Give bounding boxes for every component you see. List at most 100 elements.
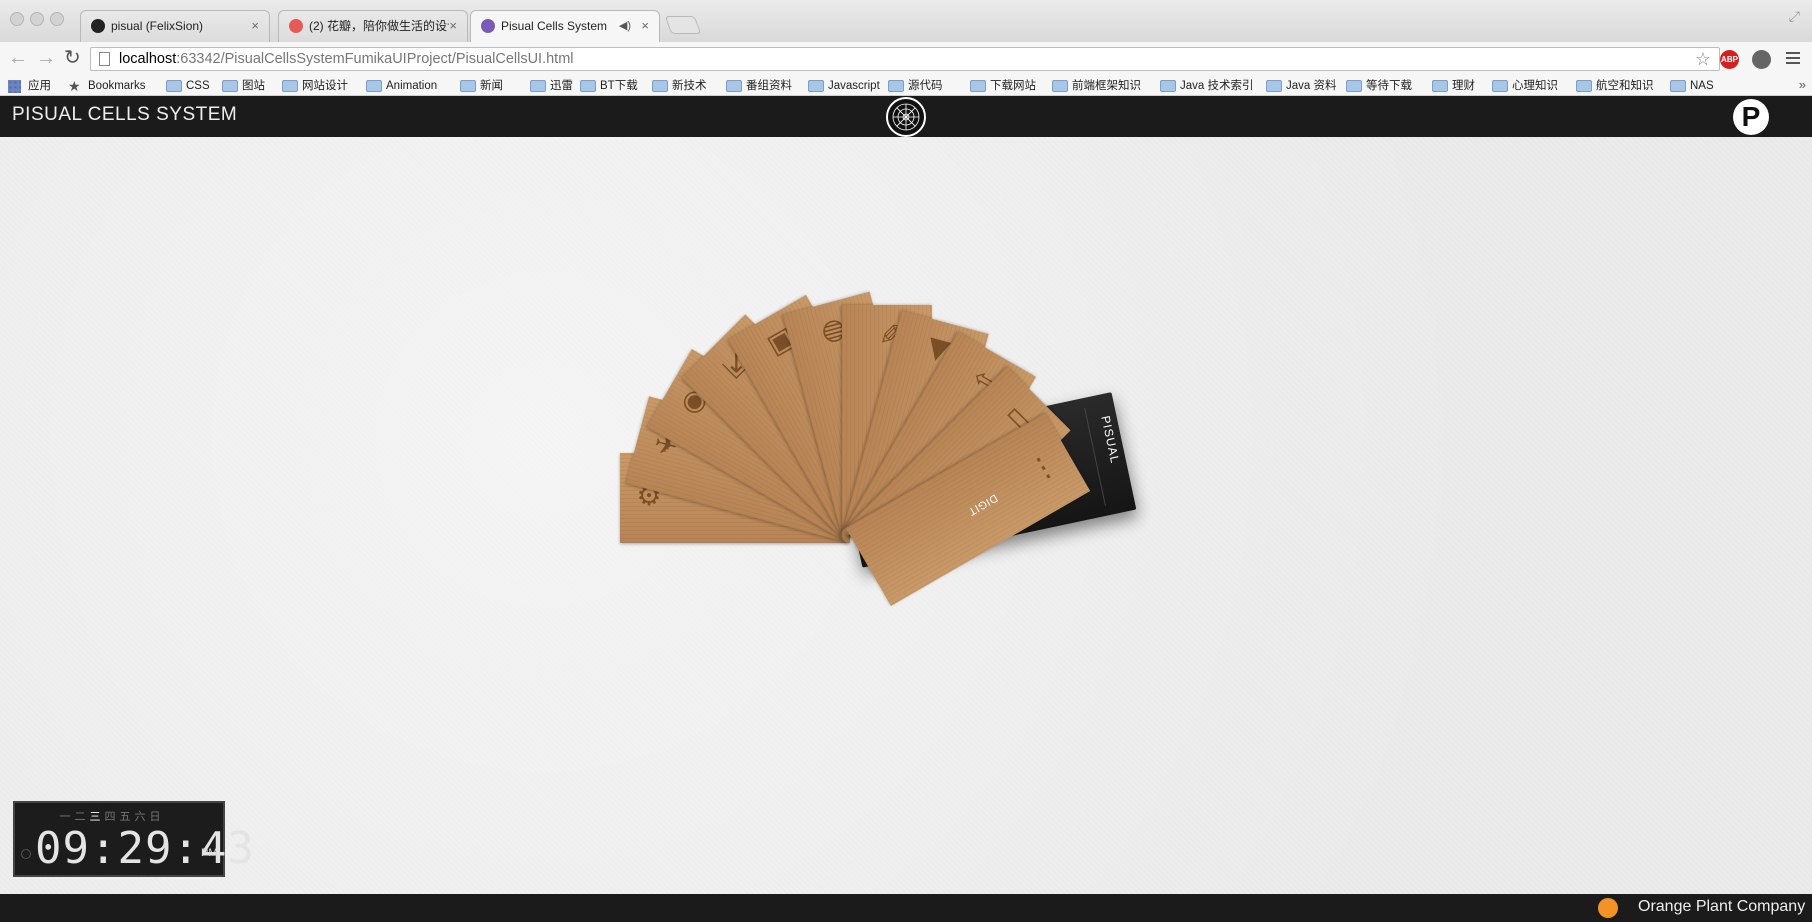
window-minimize-button[interactable] [30, 12, 44, 26]
company-name: Orange Plant Company [1638, 898, 1806, 915]
bookmark-label: 源代码 [908, 80, 943, 92]
folder-icon [530, 80, 546, 92]
bookmark-label: 等待下载 [1366, 80, 1412, 92]
huaban-icon [289, 19, 303, 33]
tab-title: pisual (FelixSion) [111, 19, 204, 33]
bookmark-item[interactable]: Java 技术索引 [1160, 77, 1254, 95]
weekday: 一 [59, 811, 74, 823]
bookmark-label: 下载网站 [990, 80, 1036, 92]
mandala-emblem-icon[interactable] [886, 97, 926, 137]
bookmark-label: 新闻 [480, 80, 503, 92]
folder-icon [726, 80, 742, 92]
window-close-button[interactable] [10, 12, 24, 26]
url-path: :63342/PisualCellsSystemFumikaUIProject/… [176, 51, 574, 67]
folder-icon [1160, 80, 1176, 92]
folder-icon [1266, 80, 1282, 92]
fullscreen-icon[interactable]: ⤢ [1789, 8, 1800, 25]
bookmark-label: 心理知识 [1512, 80, 1558, 92]
bookmark-item[interactable]: 图站 [222, 77, 265, 95]
weekday: 五 [119, 811, 134, 823]
profile-logo[interactable]: P [1733, 99, 1769, 135]
bookmark-item[interactable]: 下载网站 [970, 77, 1036, 95]
bookmark-item[interactable]: 迅雷 [530, 77, 573, 95]
pisual-icon [481, 19, 495, 33]
weekday-row: 一二三四五六日 [59, 808, 164, 824]
adblock-icon[interactable]: ABP [1720, 50, 1739, 69]
bookmark-label: 航空和知识 [1596, 80, 1654, 92]
bookmark-item[interactable]: Animation [366, 77, 437, 95]
bookmarks-overflow-button[interactable]: » [1799, 77, 1806, 92]
folder-icon [652, 80, 668, 92]
bookmark-star-icon[interactable]: ☆ [1695, 48, 1711, 70]
extension-globe-icon[interactable] [1752, 50, 1771, 69]
bookmark-item[interactable]: Java 资料 [1266, 77, 1337, 95]
window-zoom-button[interactable] [50, 12, 64, 26]
alarm-icon [21, 849, 31, 859]
bookmark-label: 新技术 [672, 80, 707, 92]
folder-icon [580, 80, 596, 92]
bookmark-item[interactable]: 心理知识 [1492, 77, 1558, 95]
bookmark-item[interactable]: 新技术 [652, 77, 707, 95]
folder-icon [222, 80, 238, 92]
bookmark-item[interactable]: 前端框架知识 [1052, 77, 1141, 95]
weekday: 六 [134, 811, 149, 823]
bookmark-label: NAS [1690, 80, 1714, 92]
bookmarks-bar: » 应用 ★ Bookmarks CSS 图站 网站设计 Animation 新闻 迅雷 BT下载… [0, 76, 1812, 96]
folder-icon [460, 80, 476, 92]
bookmark-item[interactable]: NAS [1670, 77, 1714, 95]
bookmark-item[interactable]: BT下载 [580, 77, 638, 95]
tab-pisual[interactable]: Pisual Cells System ◀) × [470, 10, 660, 42]
weekday: 三 [89, 811, 104, 823]
orange-dot-icon [1598, 898, 1618, 918]
clock-ampm: PM [201, 847, 218, 859]
app-header: PISUAL CELLS SYSTEM P [0, 96, 1812, 137]
tab-huaban[interactable]: (2) 花瓣，陪你做生活的设计者 × [278, 10, 468, 42]
folder-icon [888, 80, 904, 92]
url-host: localhost [119, 51, 177, 67]
bookmark-item[interactable]: 网站设计 [282, 77, 348, 95]
close-icon[interactable]: × [641, 11, 649, 41]
bookmark-item[interactable]: CSS [166, 77, 210, 95]
bookmark-item[interactable]: 番组资料 [726, 77, 792, 95]
bookmark-item[interactable]: 等待下载 [1346, 77, 1412, 95]
menu-icon[interactable] [1786, 52, 1800, 64]
bookmark-label: 迅雷 [550, 80, 573, 92]
close-icon[interactable]: × [449, 11, 457, 41]
app-title: PISUAL CELLS SYSTEM [12, 104, 238, 125]
star-icon: ★ [68, 78, 81, 94]
folder-icon [1670, 80, 1686, 92]
app-footer: Orange Plant Company [0, 894, 1812, 922]
bookmark-label: Java 资料 [1286, 80, 1337, 92]
bookmark-item[interactable]: ★ Bookmarks [68, 77, 146, 95]
reload-icon[interactable]: ↻ [64, 46, 81, 70]
bookmark-item[interactable]: Javascript [808, 77, 880, 95]
tab-title: (2) 花瓣，陪你做生活的设计者 [309, 19, 449, 33]
weekday: 二 [74, 811, 89, 823]
close-icon[interactable]: × [251, 11, 259, 41]
bookmark-label: 番组资料 [746, 80, 792, 92]
tab-github[interactable]: pisual (FelixSion) × [80, 10, 270, 42]
folder-icon [1052, 80, 1068, 92]
folder-icon [282, 80, 298, 92]
bookmark-item[interactable]: 源代码 [888, 77, 943, 95]
bookmark-label: Javascript [828, 80, 880, 92]
bookmark-item[interactable]: 理财 [1432, 77, 1475, 95]
bookmark-label: CSS [186, 80, 210, 92]
browser-tabstrip: pisual (FelixSion) × (2) 花瓣，陪你做生活的设计者 × … [0, 0, 1812, 42]
speaker-icon: ◀) [618, 20, 631, 32]
folder-icon [808, 80, 824, 92]
back-icon[interactable]: ← [8, 46, 28, 70]
folder-icon [1432, 80, 1448, 92]
weekday: 日 [149, 811, 164, 823]
bookmark-item[interactable]: 应用 [8, 77, 51, 95]
bookmark-label: 图站 [242, 80, 265, 92]
bookmark-label: Bookmarks [88, 80, 146, 92]
bookmark-label: 前端框架知识 [1072, 80, 1141, 92]
address-bar[interactable]: localhost:63342/PisualCellsSystemFumikaU… [90, 47, 1720, 71]
forward-icon[interactable]: → [36, 46, 56, 70]
bookmark-label: BT下载 [600, 80, 638, 92]
new-tab-button[interactable] [664, 16, 702, 34]
folder-icon [1576, 80, 1592, 92]
bookmark-item[interactable]: 新闻 [460, 77, 503, 95]
bookmark-item[interactable]: 航空和知识 [1576, 77, 1654, 95]
